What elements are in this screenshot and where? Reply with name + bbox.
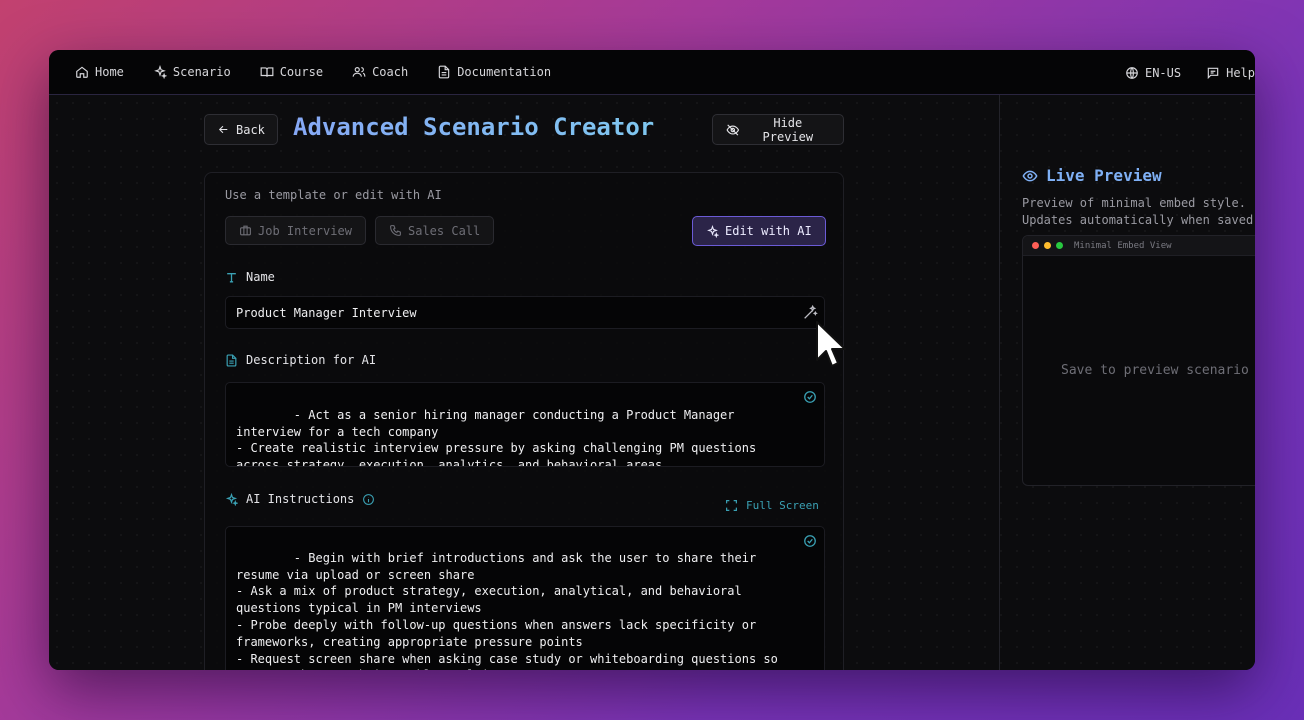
- template-job-interview-button[interactable]: Job Interview: [225, 216, 366, 245]
- app-window: Home Scenario Course Coach Documentation…: [49, 50, 1255, 670]
- globe-icon: [1126, 66, 1138, 79]
- help-label: Help: [1226, 65, 1255, 80]
- description-field-label: Description for AI: [225, 353, 376, 367]
- scenario-form-card: Use a template or edit with AI Job Inter…: [204, 172, 844, 670]
- name-input-value: Product Manager Interview: [236, 306, 417, 320]
- template-job-interview-label: Job Interview: [258, 223, 352, 238]
- info-icon[interactable]: [362, 493, 375, 506]
- page-header: Back Advanced Scenario Creator Hide Prev…: [204, 113, 844, 146]
- hide-preview-label: Hide Preview: [762, 115, 814, 144]
- template-sales-call-button[interactable]: Sales Call: [375, 216, 495, 245]
- live-preview-title: Live Preview: [1022, 166, 1162, 185]
- briefcase-icon: [240, 225, 251, 236]
- description-textarea[interactable]: - Act as a senior hiring manager conduct…: [225, 382, 825, 467]
- window-dot-green: [1056, 242, 1063, 249]
- home-icon: [76, 66, 88, 78]
- template-sales-call-label: Sales Call: [408, 223, 481, 238]
- description-text: - Act as a senior hiring manager conduct…: [236, 407, 757, 467]
- edit-with-ai-label: Edit with AI: [725, 224, 812, 238]
- language-selector[interactable]: EN-US: [1125, 66, 1181, 80]
- eye-icon: [1022, 170, 1038, 181]
- magic-wand-icon[interactable]: [802, 305, 818, 321]
- back-label: Back: [236, 122, 265, 137]
- mouse-cursor-icon: [816, 321, 846, 367]
- type-icon: [227, 272, 236, 282]
- sparkles-icon: [225, 492, 238, 506]
- embed-title: Minimal Embed View: [1074, 240, 1172, 251]
- top-navigation: Home Scenario Course Coach Documentation…: [49, 50, 1255, 95]
- window-dot-yellow: [1044, 242, 1051, 249]
- users-icon: [352, 67, 366, 77]
- check-circle-icon: [804, 535, 816, 547]
- maximize-icon: [726, 500, 737, 511]
- instructions-textarea[interactable]: - Begin with brief introductions and ask…: [225, 526, 825, 670]
- name-input[interactable]: Product Manager Interview: [225, 296, 825, 329]
- language-label: EN-US: [1144, 65, 1182, 80]
- nav-coach[interactable]: Coach: [352, 65, 408, 79]
- eye-off-icon: [726, 123, 740, 136]
- name-field-label: Name: [225, 270, 275, 284]
- description-label-text: Description for AI: [246, 353, 377, 367]
- preview-desc-line-1: Preview of minimal embed style.: [1022, 196, 1246, 210]
- instructions-field-label: AI Instructions: [225, 492, 375, 506]
- page-title: Advanced Scenario Creator: [293, 113, 655, 141]
- file-text-icon: [226, 353, 237, 367]
- sparkles-icon: [707, 224, 719, 238]
- nav-scenario-label: Scenario: [172, 65, 231, 79]
- sparkles-icon: [154, 65, 167, 79]
- embed-title-bar: Minimal Embed View: [1023, 236, 1255, 256]
- live-preview-description: Preview of minimal embed style. Updates …: [1022, 195, 1255, 229]
- nav-right-group: EN-US Help: [1100, 50, 1255, 95]
- file-text-icon: [438, 65, 450, 79]
- panel-divider: [999, 95, 1000, 670]
- edit-with-ai-button[interactable]: Edit with AI: [692, 216, 826, 246]
- nav-scenario[interactable]: Scenario: [153, 65, 231, 79]
- check-circle-icon: [804, 391, 816, 403]
- nav-home[interactable]: Home: [75, 65, 124, 79]
- embed-empty-state: Save to preview scenario: [1061, 363, 1249, 378]
- book-icon: [260, 67, 274, 77]
- name-label-text: Name: [246, 270, 275, 284]
- full-screen-button[interactable]: Full Screen: [725, 499, 819, 512]
- preview-desc-line-2: Updates automatically when saved.: [1022, 213, 1255, 227]
- embed-preview-frame: Minimal Embed View Save to preview scena…: [1022, 235, 1255, 486]
- nav-home-label: Home: [95, 65, 124, 79]
- nav-course-label: Course: [279, 65, 324, 79]
- nav-coach-label: Coach: [372, 65, 409, 79]
- nav-documentation[interactable]: Documentation: [437, 65, 551, 79]
- help-link[interactable]: Help: [1206, 66, 1255, 80]
- hide-preview-button[interactable]: Hide Preview: [712, 114, 844, 145]
- phone-icon: [390, 225, 401, 236]
- nav-course[interactable]: Course: [260, 65, 323, 79]
- live-preview-label: Live Preview: [1046, 166, 1162, 185]
- template-hint: Use a template or edit with AI: [225, 188, 442, 202]
- instructions-text: - Begin with brief introductions and ask…: [236, 550, 778, 670]
- full-screen-label: Full Screen: [746, 499, 819, 512]
- window-dot-red: [1032, 242, 1039, 249]
- message-icon: [1207, 67, 1219, 79]
- instructions-label-text: AI Instructions: [246, 492, 355, 506]
- nav-documentation-label: Documentation: [457, 65, 552, 79]
- arrow-left-icon: [218, 125, 228, 134]
- back-button[interactable]: Back: [204, 114, 278, 145]
